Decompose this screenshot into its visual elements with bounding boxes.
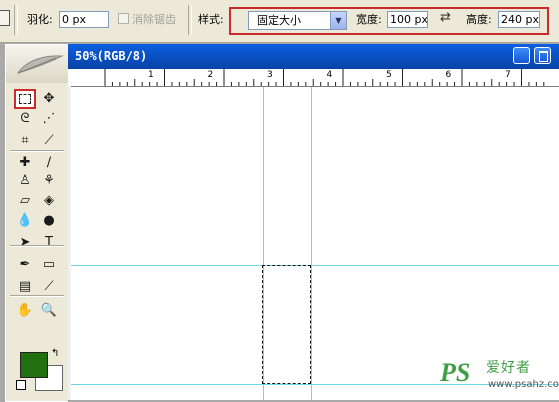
ruler-label: 7 <box>505 70 511 80</box>
ruler-label: 5 <box>386 70 392 80</box>
shape-icon[interactable]: ▭ <box>38 255 60 275</box>
ruler-ticks <box>104 69 545 86</box>
minimize-button[interactable] <box>513 47 530 64</box>
document-title: 50%(RGB/8) <box>75 49 148 63</box>
eraser-icon[interactable]: ▱ <box>14 191 36 211</box>
document-window: 50%(RGB/8) 12345678 <box>68 44 559 400</box>
swap-arrows-icon[interactable]: ⇄ <box>440 11 451 25</box>
crop-icon[interactable]: ⌗ <box>14 131 36 151</box>
type-icon[interactable]: T <box>38 233 60 253</box>
lasso-icon[interactable]: ᘓ <box>14 109 36 129</box>
height-label: 高度: <box>466 13 492 26</box>
default-colors-icon[interactable] <box>16 380 26 390</box>
ruler-label: 1 <box>148 70 154 80</box>
pen-icon[interactable]: ✒ <box>14 255 36 275</box>
horizontal-ruler[interactable]: 12345678 <box>68 69 559 87</box>
tool-preset-icon[interactable] <box>0 10 10 26</box>
width-label: 宽度: <box>356 13 382 26</box>
watermark: PS 爱好者 www.psahz.com <box>440 356 559 400</box>
antialias-label: 消除锯齿 <box>132 13 176 26</box>
magic-wand-icon[interactable]: ⋰ <box>38 109 60 129</box>
blur-icon[interactable]: 💧 <box>14 211 36 231</box>
toolbox-divider <box>10 150 64 152</box>
path-selection-icon[interactable]: ➤ <box>14 233 36 253</box>
maximize-icon <box>539 51 548 62</box>
feather-label: 羽化: <box>27 13 53 26</box>
canvas[interactable] <box>71 87 559 400</box>
antialias-checkbox[interactable] <box>118 13 129 24</box>
toolbox-header <box>6 45 68 83</box>
style-select[interactable]: 固定大小 ▼ <box>248 11 347 30</box>
watermark-url: www.psahz.com <box>488 379 559 390</box>
move-icon[interactable]: ✥ <box>38 89 60 109</box>
dodge-icon[interactable]: ● <box>38 211 60 231</box>
toolbox-divider <box>10 245 64 247</box>
toolbox-divider <box>10 295 64 297</box>
watermark-name: 爱好者 <box>486 360 531 376</box>
selection-marquee[interactable] <box>262 265 311 384</box>
height-input[interactable]: 240 px <box>498 11 540 28</box>
ruler-label: 6 <box>445 70 452 80</box>
foreground-color-swatch[interactable] <box>20 352 48 378</box>
slice-icon[interactable]: ⟋ <box>38 131 60 151</box>
watermark-logo: PS <box>440 358 471 387</box>
style-select-value: 固定大小 <box>257 14 301 27</box>
zoom-icon[interactable]: 🔍 <box>38 301 60 321</box>
feather-input[interactable]: 0 px <box>59 11 109 28</box>
ruler-label: 2 <box>207 70 214 80</box>
feather-logo-icon <box>16 55 64 74</box>
eyedropper-icon[interactable]: ⟋ <box>38 277 60 297</box>
ruler-label: 4 <box>326 70 333 80</box>
vertical-guide[interactable] <box>311 87 312 400</box>
brush-icon[interactable]: ∕ <box>38 153 60 173</box>
history-brush-icon[interactable]: ⚘ <box>38 171 60 191</box>
divider <box>14 5 18 35</box>
divider <box>188 5 192 35</box>
notes-icon[interactable]: ▤ <box>14 277 36 297</box>
clone-stamp-icon[interactable]: ♙ <box>14 171 36 191</box>
document-titlebar[interactable]: 50%(RGB/8) <box>68 44 559 69</box>
rectangular-marquee-icon[interactable] <box>14 89 36 109</box>
style-label: 样式: <box>198 13 224 26</box>
width-input[interactable]: 100 px <box>387 11 428 28</box>
paint-bucket-icon[interactable]: ◈ <box>38 191 60 211</box>
swap-colors-icon[interactable]: ↰ <box>51 348 59 359</box>
options-bar: 羽化: 0 px 消除锯齿 样式: 固定大小 ▼ 宽度: 100 px ⇄ 高度… <box>0 0 559 43</box>
toolbox: ✥ ᘓ ⋰ ⌗ ⟋ ✚ ∕ ♙ ⚘ ▱ ◈ 💧 ● ➤ T ✒ ▭ ▤ ⟋ ✋ 🔍 ↰ <box>5 44 69 402</box>
maximize-button[interactable] <box>534 47 551 64</box>
hand-icon[interactable]: ✋ <box>14 301 36 321</box>
horizontal-guide[interactable] <box>71 265 559 266</box>
chevron-down-icon[interactable]: ▼ <box>330 12 346 29</box>
healing-brush-icon[interactable]: ✚ <box>14 153 36 173</box>
ruler-label: 3 <box>267 70 273 80</box>
